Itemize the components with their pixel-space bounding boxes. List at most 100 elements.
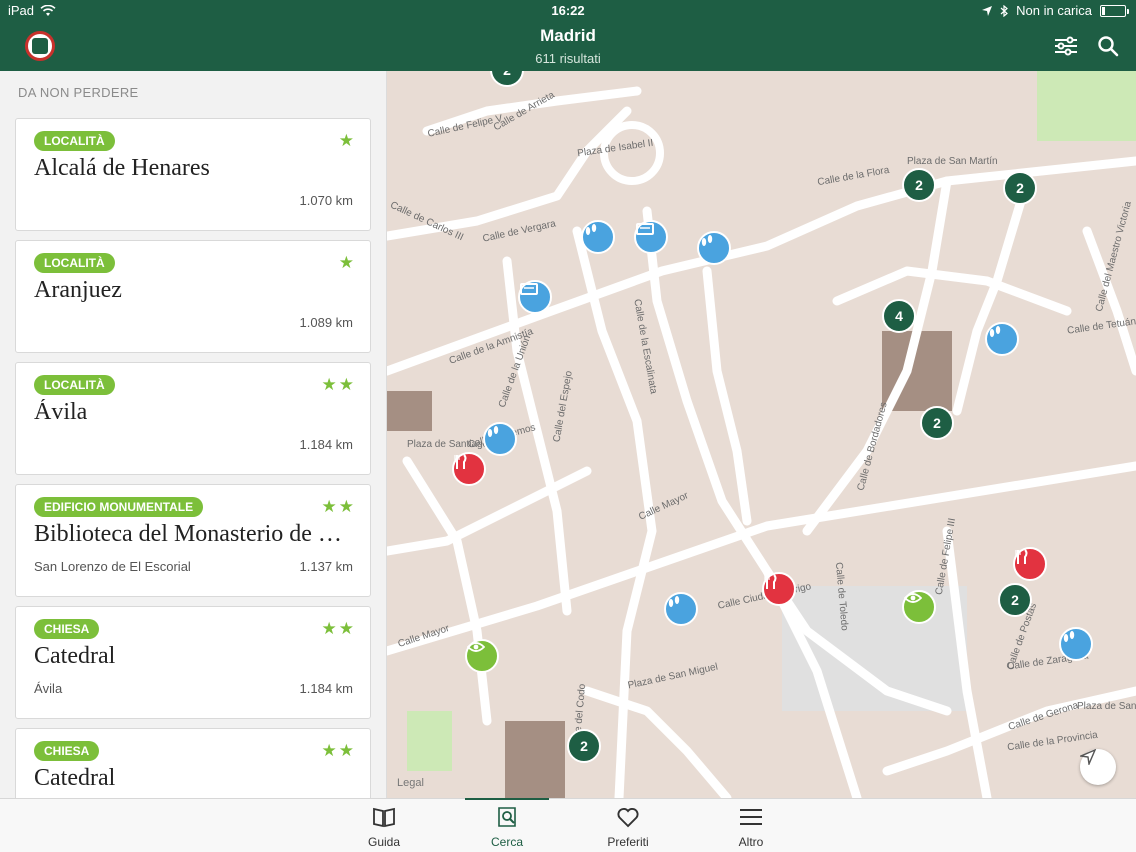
rating-stars: ★★ bbox=[321, 497, 356, 516]
tab-label: Altro bbox=[738, 835, 764, 849]
place-subtitle: Ávila bbox=[34, 681, 63, 696]
street-label: Plaza de Santa Cruz bbox=[1077, 701, 1136, 712]
location-arrow-icon bbox=[982, 5, 993, 16]
bluetooth-icon bbox=[1000, 4, 1009, 17]
restaurant-icon bbox=[1015, 549, 1028, 564]
search-icon bbox=[1098, 36, 1119, 57]
search-map-icon bbox=[498, 807, 516, 827]
legal-link[interactable]: Legal bbox=[397, 777, 424, 789]
results-count: 611 risultati bbox=[535, 51, 601, 66]
locate-me-button[interactable] bbox=[1080, 749, 1116, 785]
shoe-marker[interactable] bbox=[581, 220, 615, 254]
place-card[interactable]: LOCALITÀ ★ Alcalá de Henares 1.070 km bbox=[15, 118, 371, 231]
rating-stars: ★★ bbox=[321, 375, 356, 394]
rating-stars: ★★ bbox=[321, 619, 356, 638]
street-label: Plaza de Santiago bbox=[407, 439, 489, 450]
sight-eye-icon bbox=[904, 593, 922, 603]
sidebar: DA NON PERDERE LOCALITÀ ★ Alcalá de Henare… bbox=[0, 71, 387, 798]
tab-label: Preferiti bbox=[607, 835, 649, 849]
tab-label: Guida bbox=[367, 835, 401, 849]
shoe-marker[interactable] bbox=[1059, 627, 1093, 661]
place-title: Catedral bbox=[34, 765, 116, 791]
filter-button[interactable] bbox=[1053, 34, 1079, 58]
park-area bbox=[1037, 71, 1136, 141]
place-title: Catedral bbox=[34, 643, 116, 669]
filter-icon bbox=[1055, 36, 1077, 56]
place-card[interactable]: LOCALITÀ ★ Aranjuez 1.089 km bbox=[15, 240, 371, 353]
shoe-marker[interactable] bbox=[664, 592, 698, 626]
hotel-marker[interactable] bbox=[518, 280, 552, 314]
top-bar: iPad 16:22 Non in carica Madrid 611 risu… bbox=[0, 0, 1136, 71]
menu-icon bbox=[740, 809, 762, 825]
restaurant-marker[interactable] bbox=[452, 452, 486, 486]
section-title: DA NON PERDERE bbox=[18, 85, 139, 100]
hotel-icon bbox=[520, 283, 538, 295]
place-card[interactable]: CHIESA ★★ Catedral Ávila 1.184 km bbox=[15, 606, 371, 719]
rating-stars: ★ bbox=[338, 253, 356, 272]
cluster-marker[interactable]: 2 bbox=[1003, 171, 1037, 205]
shoe-marker[interactable] bbox=[985, 322, 1019, 356]
restaurant-icon bbox=[454, 454, 467, 469]
church-block bbox=[505, 721, 565, 798]
status-right: Non in carica bbox=[982, 3, 1129, 18]
category-badge: LOCALITÀ bbox=[34, 253, 115, 273]
page-title: Madrid bbox=[540, 26, 596, 45]
place-distance: 1.184 km bbox=[299, 437, 353, 452]
restaurant-icon bbox=[764, 574, 777, 589]
place-distance: 1.070 km bbox=[299, 193, 353, 208]
category-badge: EDIFICIO MONUMENTALE bbox=[34, 497, 204, 517]
place-card[interactable]: LOCALITÀ ★★ Ávila 1.184 km bbox=[15, 362, 371, 475]
shopping-footprints-icon bbox=[1063, 631, 1075, 642]
rating-stars: ★ bbox=[338, 131, 356, 150]
sight-marker[interactable] bbox=[902, 590, 936, 624]
sight-eye-icon bbox=[467, 642, 485, 652]
cluster-marker[interactable]: 2 bbox=[902, 168, 936, 202]
tab-label: Cerca bbox=[490, 835, 523, 849]
place-distance: 1.137 km bbox=[299, 559, 353, 574]
status-time: 16:22 bbox=[551, 3, 585, 18]
tab-guida[interactable]: Guida bbox=[342, 799, 426, 852]
map-view[interactable]: Calle de Felipe V Plaza de Isabel II Calle… bbox=[387, 71, 1136, 798]
shoe-marker[interactable] bbox=[483, 422, 517, 456]
shopping-footprints-icon bbox=[701, 235, 713, 246]
category-badge: CHIESA bbox=[34, 619, 100, 639]
place-subtitle: San Lorenzo de El Escorial bbox=[34, 559, 191, 574]
battery-level bbox=[1102, 6, 1105, 15]
battery-icon bbox=[1100, 4, 1129, 17]
sight-marker[interactable] bbox=[465, 639, 499, 673]
tab-preferiti[interactable]: Preferiti bbox=[586, 799, 670, 852]
hotel-icon bbox=[636, 223, 654, 235]
tab-cerca[interactable]: Cerca bbox=[465, 798, 549, 852]
restaurant-marker[interactable] bbox=[1013, 547, 1047, 581]
street-label: Plaza de San Martín bbox=[907, 156, 998, 167]
rating-stars: ★★ bbox=[321, 741, 356, 760]
tab-altro[interactable]: Altro bbox=[709, 799, 793, 852]
place-title: Ávila bbox=[34, 399, 88, 425]
battery-text: Non in carica bbox=[1016, 3, 1092, 18]
shoe-marker[interactable] bbox=[697, 231, 731, 265]
restaurant-marker[interactable] bbox=[762, 572, 796, 606]
place-distance: 1.089 km bbox=[299, 315, 353, 330]
place-distance: 1.184 km bbox=[299, 681, 353, 696]
hotel-marker[interactable] bbox=[634, 220, 668, 254]
tab-bar: Guida Cerca Preferiti Altro bbox=[0, 798, 1136, 852]
place-title: Alcalá de Henares bbox=[34, 155, 210, 181]
status-bar: iPad 16:22 Non in carica bbox=[0, 0, 1136, 22]
place-card[interactable]: CHIESA ★★ Catedral bbox=[15, 728, 371, 798]
category-badge: LOCALITÀ bbox=[34, 131, 115, 151]
cluster-marker[interactable]: 2 bbox=[920, 406, 954, 440]
street-path bbox=[582, 686, 732, 798]
park-area bbox=[407, 711, 452, 771]
place-title: Aranjuez bbox=[34, 277, 122, 303]
cluster-marker[interactable]: 2 bbox=[998, 583, 1032, 617]
place-title: Biblioteca del Monasterio de El Escorial bbox=[34, 521, 352, 547]
search-button[interactable] bbox=[1096, 34, 1122, 58]
book-icon bbox=[373, 807, 395, 828]
shopping-footprints-icon bbox=[668, 596, 680, 607]
cluster-marker[interactable]: 2 bbox=[567, 729, 601, 763]
heart-icon bbox=[617, 807, 639, 828]
shopping-footprints-icon bbox=[487, 426, 499, 437]
cluster-marker[interactable]: 4 bbox=[882, 299, 916, 333]
place-card[interactable]: EDIFICIO MONUMENTALE ★★ Biblioteca del Mon… bbox=[15, 484, 371, 597]
navigation-arrow-icon bbox=[1080, 749, 1096, 765]
